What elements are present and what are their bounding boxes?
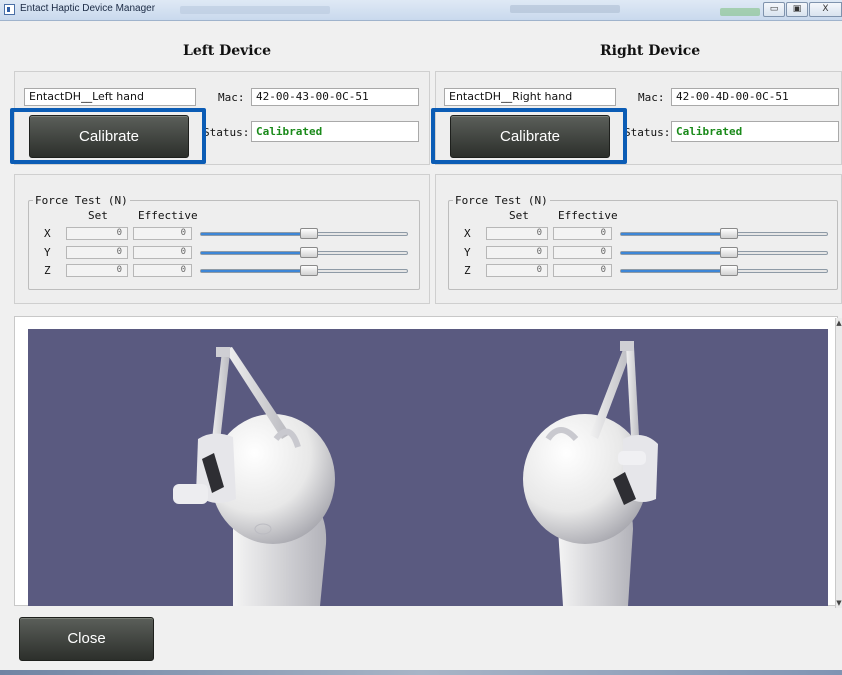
left-device-name-field[interactable]: EntactDH__Left hand [24, 88, 196, 106]
right-calibrate-button[interactable]: Calibrate [450, 115, 610, 158]
minimize-icon: ▭ [769, 4, 779, 14]
left-force-slider-thumb[interactable] [300, 228, 318, 239]
close-icon: X [822, 4, 829, 14]
right-status-field: Calibrated [671, 121, 839, 142]
haptic-3d-viewport[interactable] [28, 329, 828, 606]
left-set-field[interactable]: 0 [66, 246, 128, 259]
right-axis-label: X [464, 227, 471, 240]
left-set-header: Set [88, 209, 108, 222]
maximize-button[interactable]: ▣ [786, 2, 808, 17]
left-set-field[interactable]: 0 [66, 264, 128, 277]
right-set-header: Set [509, 209, 529, 222]
right-device-header: Right Device [600, 43, 701, 59]
right-force-slider-thumb[interactable] [720, 265, 738, 276]
right-effective-field: 0 [553, 227, 612, 240]
haptic-devices-render [173, 341, 658, 606]
viewport-scrollbar[interactable]: ▲ ▼ [835, 318, 842, 608]
right-set-field[interactable]: 0 [486, 227, 548, 240]
left-force-title: Force Test (N) [33, 194, 130, 207]
left-mac-field[interactable]: 42-00-43-00-0C-51 [251, 88, 419, 106]
left-axis-label: Y [44, 246, 51, 259]
right-force-slider-fill [621, 270, 725, 272]
right-force-title: Force Test (N) [453, 194, 550, 207]
right-force-slider-thumb[interactable] [720, 228, 738, 239]
left-calibrate-button[interactable]: Calibrate [29, 115, 189, 158]
right-status-label: Status: [624, 126, 671, 139]
left-effective-header: Effective [138, 209, 198, 222]
right-effective-header: Effective [558, 209, 618, 222]
left-set-field[interactable]: 0 [66, 227, 128, 240]
right-mac-field[interactable]: 42-00-4D-00-0C-51 [671, 88, 839, 106]
right-device-name-field[interactable]: EntactDH__Right hand [444, 88, 616, 106]
right-set-field[interactable]: 0 [486, 246, 548, 259]
maximize-icon: ▣ [792, 4, 802, 14]
window-title: Entact Haptic Device Manager [20, 3, 156, 14]
left-effective-field: 0 [133, 227, 192, 240]
right-axis-label: Z [464, 264, 471, 277]
background-window-blur [180, 6, 330, 14]
right-force-slider-fill [621, 233, 725, 235]
app-icon [4, 4, 15, 15]
background-window-blur [510, 5, 620, 13]
scroll-up-icon[interactable]: ▲ [836, 318, 842, 328]
scroll-down-icon[interactable]: ▼ [836, 598, 842, 608]
left-mac-label: Mac: [218, 91, 245, 104]
left-haptic-device-model [173, 347, 335, 606]
left-device-header: Left Device [183, 43, 272, 59]
left-force-slider-thumb[interactable] [300, 247, 318, 258]
right-mac-label: Mac: [638, 91, 665, 104]
right-set-field[interactable]: 0 [486, 264, 548, 277]
left-axis-label: X [44, 227, 51, 240]
right-axis-label: Y [464, 246, 471, 259]
left-force-slider-thumb[interactable] [300, 265, 318, 276]
right-haptic-device-model [523, 341, 658, 606]
taskbar-strip [0, 670, 842, 675]
right-effective-field: 0 [553, 246, 612, 259]
left-force-slider-fill [201, 270, 305, 272]
background-window-blur [720, 8, 760, 16]
close-button[interactable]: Close [19, 617, 154, 661]
minimize-button[interactable]: ▭ [763, 2, 785, 17]
right-effective-field: 0 [553, 264, 612, 277]
left-force-slider-fill [201, 252, 305, 254]
left-axis-label: Z [44, 264, 51, 277]
left-status-label: Status: [203, 126, 250, 139]
left-status-field: Calibrated [251, 121, 419, 142]
right-force-slider-thumb[interactable] [720, 247, 738, 258]
left-force-slider-fill [201, 233, 305, 235]
left-effective-field: 0 [133, 246, 192, 259]
left-effective-field: 0 [133, 264, 192, 277]
close-window-button[interactable]: X [809, 2, 842, 17]
right-force-slider-fill [621, 252, 725, 254]
